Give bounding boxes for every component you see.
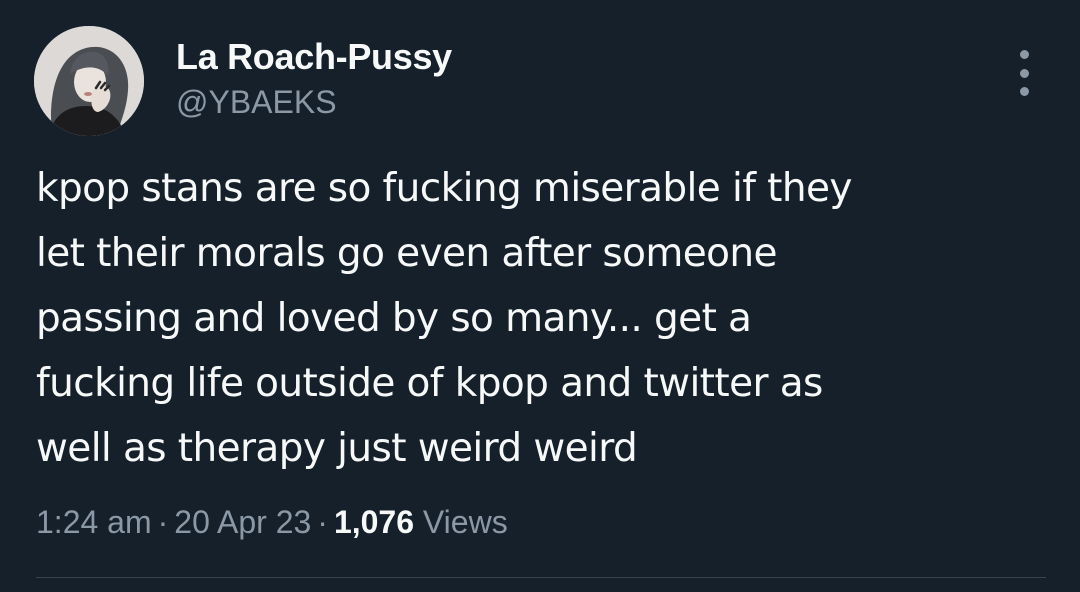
- meta-separator: ·: [317, 504, 328, 540]
- author-handle[interactable]: @YBAEKS: [176, 82, 337, 122]
- more-dot: [1019, 68, 1029, 78]
- tweet-metadata: 1:24 am · 20 Apr 23 · 1,076 Views: [36, 500, 508, 544]
- profile-photo-icon: [34, 26, 144, 136]
- tweet-text-line: kpop stans are so fucking miserable if t…: [36, 166, 852, 211]
- tweet-card: La Roach-Pussy @YBAEKS kpop stans are so…: [0, 0, 1080, 592]
- tweet-text-line: let their morals go even after someone: [36, 231, 778, 276]
- tweet-text: kpop stans are so fucking miserable if t…: [36, 156, 1046, 481]
- tweet-date[interactable]: 20 Apr 23: [174, 504, 311, 540]
- more-options-button[interactable]: [1006, 46, 1042, 100]
- more-dot: [1019, 87, 1029, 96]
- tweet-text-line: passing and loved by so many... get a: [36, 296, 752, 341]
- views-count[interactable]: 1,076: [334, 504, 414, 540]
- author-display-name[interactable]: La Roach-Pussy: [176, 36, 452, 78]
- avatar[interactable]: [34, 26, 144, 136]
- tweet-text-line: fucking life outside of kpop and twitter…: [36, 361, 823, 406]
- tweet-time[interactable]: 1:24 am: [36, 504, 152, 540]
- tweet-text-line: well as therapy just weird weird: [36, 426, 638, 471]
- divider: [36, 577, 1046, 578]
- more-dot: [1019, 50, 1029, 59]
- meta-separator: ·: [157, 504, 169, 540]
- views-label: Views: [422, 504, 508, 540]
